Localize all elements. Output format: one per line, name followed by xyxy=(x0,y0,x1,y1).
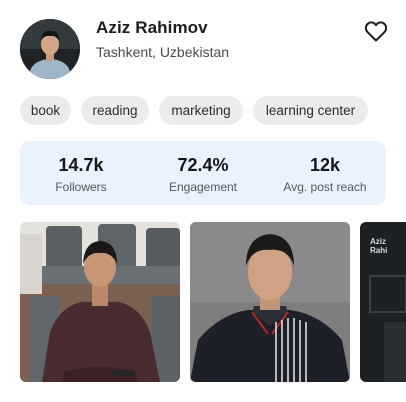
profile-card: Aziz Rahimov Tashkent, Uzbekistan book r… xyxy=(0,0,406,402)
favorite-button[interactable] xyxy=(364,20,388,42)
tag-marketing[interactable]: marketing xyxy=(159,96,243,125)
svg-text:Rahi: Rahi xyxy=(370,246,387,255)
stat-value: 14.7k xyxy=(58,155,104,175)
photo-image xyxy=(190,222,350,382)
gallery-photo-3[interactable]: Aziz Rahi xyxy=(360,222,406,382)
profile-location: Tashkent, Uzbekistan xyxy=(96,44,230,60)
stat-label: Followers xyxy=(55,180,107,194)
stat-avg-post-reach: 12k Avg. post reach xyxy=(264,141,386,205)
gallery-photo-2[interactable] xyxy=(190,222,350,382)
stat-value: 12k xyxy=(309,155,341,175)
heart-icon xyxy=(364,21,388,42)
stats-panel: 14.7k Followers 72.4% Engagement 12k Avg… xyxy=(20,141,386,205)
stat-followers: 14.7k Followers xyxy=(20,141,142,205)
svg-text:Aziz: Aziz xyxy=(370,237,386,246)
photo-image: Aziz Rahi xyxy=(360,222,406,382)
stat-engagement: 72.4% Engagement xyxy=(142,141,264,205)
avatar[interactable] xyxy=(20,19,80,79)
photo-image xyxy=(20,222,180,382)
avatar-photo xyxy=(20,19,80,79)
profile-name: Aziz Rahimov xyxy=(96,18,208,37)
stat-value: 72.4% xyxy=(177,155,229,175)
tag-learning-center[interactable]: learning center xyxy=(253,96,368,125)
stat-label: Avg. post reach xyxy=(283,180,367,194)
tag-book[interactable]: book xyxy=(20,96,71,125)
gallery-photo-1[interactable] xyxy=(20,222,180,382)
stat-label: Engagement xyxy=(168,180,238,194)
tag-reading[interactable]: reading xyxy=(81,96,149,125)
